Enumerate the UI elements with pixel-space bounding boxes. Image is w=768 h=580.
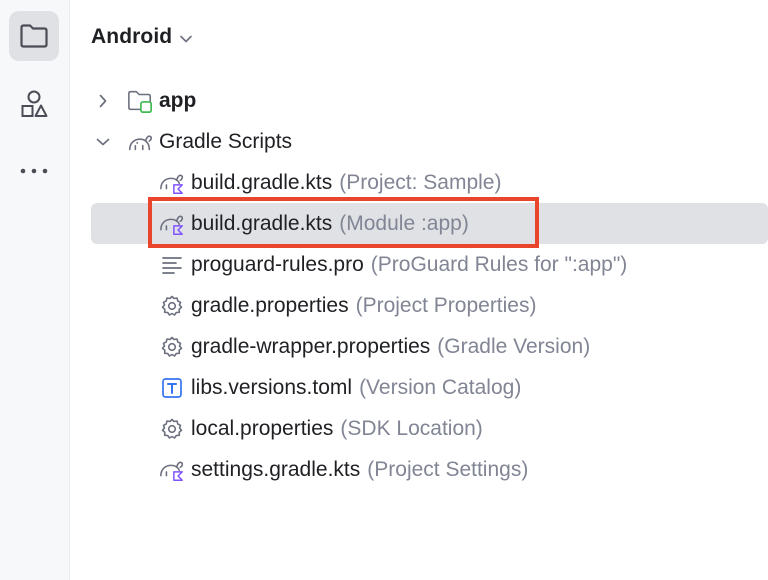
tree-node-app[interactable]: app	[70, 80, 768, 121]
tree-file-proguard-rules[interactable]: proguard-rules.pro (ProGuard Rules for "…	[70, 244, 768, 285]
gear-icon	[159, 334, 185, 360]
tree-file-gradle-wrapper-properties[interactable]: gradle-wrapper.properties (Gradle Versio…	[70, 326, 768, 367]
file-name: build.gradle.kts	[191, 170, 333, 194]
gear-icon	[159, 293, 185, 319]
module-folder-icon	[127, 88, 153, 114]
file-hint: (Project Settings)	[367, 457, 529, 481]
file-hint: (Gradle Version)	[437, 334, 591, 358]
file-hint: (Module :app)	[339, 211, 469, 235]
tree-file-gradle-properties[interactable]: gradle.properties (Project Properties)	[70, 285, 768, 326]
gear-icon	[159, 416, 185, 442]
file-name: local.properties	[191, 416, 334, 440]
tree-file-settings-gradle[interactable]: settings.gradle.kts (Project Settings)	[70, 449, 768, 490]
file-hint: (ProGuard Rules for ":app")	[370, 252, 628, 276]
tree-file-build-gradle-module[interactable]: build.gradle.kts (Module :app)	[70, 203, 768, 244]
file-name: gradle.properties	[191, 293, 349, 317]
file-name: build.gradle.kts	[191, 211, 333, 235]
tree-file-build-gradle-project[interactable]: build.gradle.kts (Project: Sample)	[70, 162, 768, 203]
file-hint: (Project: Sample)	[339, 170, 502, 194]
chevron-down-icon[interactable]	[95, 134, 111, 150]
file-hint: (Project Properties)	[355, 293, 537, 317]
file-name: settings.gradle.kts	[191, 457, 361, 481]
tool-window-strip	[0, 0, 70, 580]
gradle-kotlin-icon	[159, 457, 185, 483]
structure-tool-button[interactable]	[9, 79, 59, 129]
tree-file-local-properties[interactable]: local.properties (SDK Location)	[70, 408, 768, 449]
gradle-kotlin-icon	[159, 170, 185, 196]
project-tool-button[interactable]	[9, 11, 59, 61]
file-name: gradle-wrapper.properties	[191, 334, 431, 358]
tree-file-libs-versions-toml[interactable]: libs.versions.toml (Version Catalog)	[70, 367, 768, 408]
folder-icon	[20, 24, 48, 48]
file-name: proguard-rules.pro	[191, 252, 364, 276]
gradle-icon	[127, 129, 153, 155]
file-name: libs.versions.toml	[191, 375, 353, 399]
tree-node-label: Gradle Scripts	[159, 129, 293, 153]
toml-icon	[159, 375, 185, 401]
file-hint: (SDK Location)	[340, 416, 483, 440]
view-selector[interactable]: Android	[91, 22, 193, 52]
gradle-kotlin-icon	[159, 211, 185, 237]
structure-icon	[21, 90, 48, 117]
tree-node-label: app	[159, 88, 197, 112]
chevron-down-icon	[180, 35, 192, 42]
more-icon	[20, 168, 48, 174]
chevron-right-icon[interactable]	[95, 93, 111, 109]
text-file-icon	[159, 252, 185, 278]
more-tools-button[interactable]	[9, 146, 59, 196]
tree-node-gradle-scripts[interactable]: Gradle Scripts	[70, 121, 768, 162]
file-hint: (Version Catalog)	[359, 375, 522, 399]
view-title: Android	[91, 25, 173, 48]
